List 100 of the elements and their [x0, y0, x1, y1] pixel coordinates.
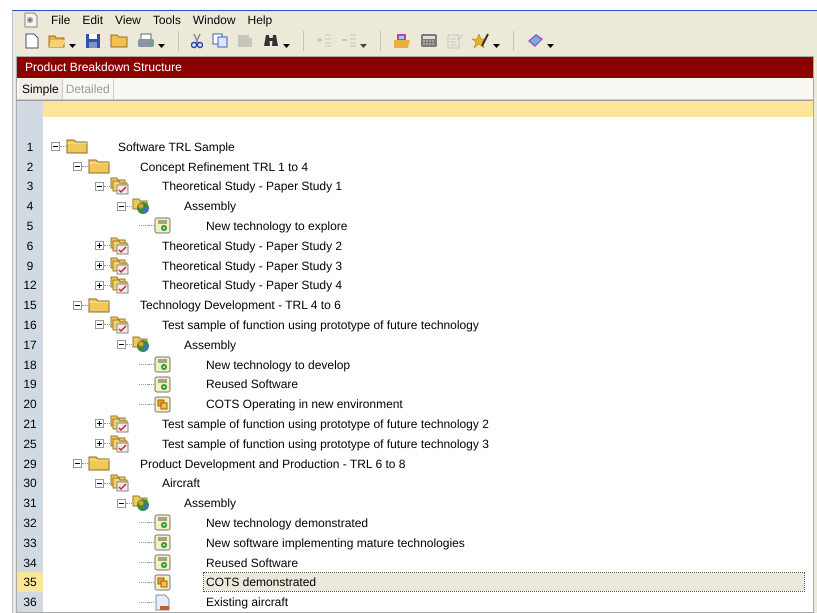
printer-icon — [137, 32, 155, 49]
line-number: 4 — [17, 196, 43, 216]
line-number: 16 — [17, 315, 43, 335]
expand-icon[interactable] — [95, 280, 104, 290]
tree-item-label[interactable]: Theoretical Study - Paper Study 4 — [160, 276, 344, 294]
folder-icon — [66, 139, 88, 154]
line-number: 32 — [17, 513, 43, 533]
assembly-icon — [132, 198, 151, 215]
tree-item-label[interactable]: Theoretical Study - Paper Study 3 — [160, 256, 344, 275]
expand-icon[interactable] — [95, 241, 104, 250]
tab[interactable]: Simple — [19, 78, 63, 99]
menu-item[interactable]: File — [51, 11, 70, 30]
tree-item-label[interactable]: COTS demonstrated — [204, 573, 804, 592]
tree-item-label[interactable]: COTS Operating in new environment — [204, 395, 405, 414]
line-number: 3 — [17, 176, 43, 196]
tree-item-label[interactable]: Reused Software — [204, 375, 300, 394]
folder-checkmark-icon — [110, 177, 129, 196]
tree-item-label[interactable]: New software implementing mature technologies — [204, 534, 467, 552]
tree-item-label[interactable]: New technology to explore — [204, 216, 350, 235]
folder-icon — [110, 33, 128, 48]
tree-item-label[interactable]: Assembly — [182, 494, 238, 512]
collapse-icon[interactable] — [95, 182, 104, 191]
folder-checkmark-icon — [110, 276, 129, 294]
assembly-icon — [132, 494, 151, 512]
tree-item-label[interactable]: Theoretical Study - Paper Study 1 — [160, 177, 344, 196]
tree-item-label[interactable]: Existing aircraft — [204, 593, 290, 612]
collapse-icon[interactable] — [51, 142, 60, 152]
collapse-icon[interactable] — [95, 320, 104, 330]
folder-checkmark-icon — [110, 434, 129, 453]
dropdown-caret-icon — [547, 44, 554, 48]
gear-document-icon — [154, 514, 171, 532]
collapse-icon[interactable] — [95, 478, 104, 488]
expand-icon[interactable] — [95, 261, 104, 270]
line-number: 1 — [17, 136, 43, 157]
collapse-icon[interactable] — [117, 202, 126, 211]
tree-item-label[interactable]: Product Development and Production - TRL 6 to 8 — [138, 454, 408, 473]
binoculars-icon — [262, 33, 280, 48]
line-number: 9 — [17, 256, 43, 276]
menu-item[interactable]: Help — [248, 11, 272, 30]
gear-document-icon — [154, 554, 171, 571]
document-icon — [154, 594, 171, 611]
gear-document-icon — [154, 376, 171, 393]
folder-checkmark-icon — [110, 256, 129, 275]
line-number: 5 — [17, 216, 43, 236]
line-number: 30 — [17, 473, 43, 494]
tree-item-label[interactable]: Theoretical Study - Paper Study 2 — [160, 236, 344, 255]
menu-item[interactable]: View — [115, 11, 141, 30]
dropdown-caret-icon — [158, 44, 165, 48]
panel-title: Product Breakdown Structure — [17, 56, 813, 78]
report-folder-icon — [393, 32, 411, 49]
assembly-icon — [132, 336, 151, 354]
tree-item-label[interactable]: Assembly — [182, 197, 238, 216]
tree-item-label[interactable]: New technology demonstrated — [204, 514, 370, 532]
menu-item[interactable]: Edit — [82, 11, 104, 30]
menu-item[interactable]: Window — [192, 11, 236, 30]
line-number: 29 — [17, 454, 43, 474]
gear-document-icon — [154, 217, 171, 234]
tree-item-label[interactable]: Test sample of function using prototype of future technology 2 — [160, 414, 491, 433]
copy-icon — [212, 33, 228, 48]
new-document-icon — [25, 32, 39, 49]
menu-item[interactable]: Tools — [152, 11, 181, 30]
dropdown-caret-icon — [360, 44, 367, 48]
tree-item-label[interactable]: Aircraft — [160, 474, 202, 492]
tree-item-label[interactable]: Assembly — [182, 336, 238, 354]
expand-icon[interactable] — [95, 439, 104, 448]
folder-checkmark-icon — [110, 474, 129, 492]
tree-item-label[interactable]: Technology Development - TRL 4 to 6 — [138, 296, 343, 314]
line-number: 18 — [17, 354, 43, 374]
tree-item-label[interactable]: Software TRL Sample — [116, 138, 237, 156]
collapse-icon[interactable] — [73, 162, 82, 172]
paste-icon — [237, 33, 253, 48]
folder-icon — [88, 298, 110, 313]
app-icon[interactable] — [23, 12, 39, 28]
tree-item-label[interactable]: Test sample of function using prototype of future technology — [160, 316, 481, 334]
dropdown-caret-icon — [283, 44, 290, 48]
line-number: 34 — [17, 552, 43, 572]
line-number: 19 — [17, 374, 43, 394]
line-number: 36 — [17, 592, 43, 612]
line-number: 12 — [17, 275, 43, 296]
folder-checkmark-icon — [110, 414, 129, 433]
collapse-icon[interactable] — [73, 459, 82, 468]
scissors-icon — [191, 32, 203, 49]
tree-item-label[interactable]: New technology to develop — [204, 356, 352, 374]
collapse-icon[interactable] — [73, 300, 82, 310]
collapse-icon[interactable] — [117, 340, 126, 350]
tree-item-label[interactable]: Concept Refinement TRL 1 to 4 — [138, 158, 310, 176]
line-number: 25 — [17, 434, 43, 454]
tree-item-label[interactable]: Reused Software — [204, 554, 300, 572]
line-number: 35 — [17, 572, 43, 592]
tree-item-label[interactable]: Test sample of function using prototype of future technology 3 — [160, 434, 491, 453]
folder-icon — [88, 456, 110, 472]
line-number: 17 — [17, 334, 43, 355]
folder-checkmark-icon — [110, 236, 129, 255]
line-number: 31 — [17, 493, 43, 514]
gear-document-icon — [154, 356, 171, 374]
boxes-icon — [154, 396, 171, 413]
collapse-icon[interactable] — [117, 498, 126, 508]
folder-icon — [88, 159, 110, 174]
expand-icon[interactable] — [95, 419, 104, 428]
gear-document-icon — [154, 534, 171, 552]
